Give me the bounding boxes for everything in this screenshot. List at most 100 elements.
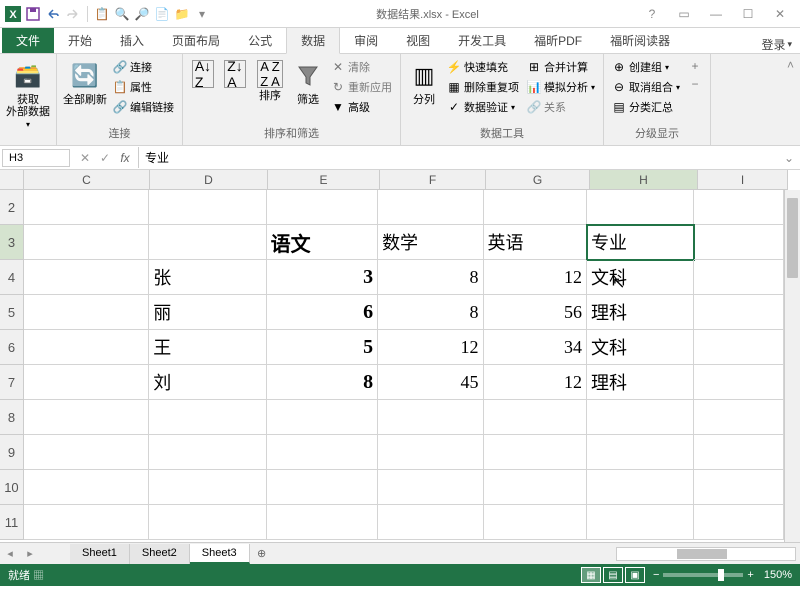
cell-I2[interactable]	[694, 190, 784, 225]
help-icon[interactable]: ?	[640, 7, 664, 21]
qat-dropdown-icon[interactable]: ▾	[193, 5, 211, 23]
cell-I6[interactable]	[694, 330, 784, 365]
tab-file[interactable]: 文件	[2, 28, 54, 53]
cell-G7[interactable]: 12	[484, 365, 587, 400]
cell-D9[interactable]	[149, 435, 266, 470]
cell-C5[interactable]	[24, 295, 149, 330]
page-break-view-button[interactable]: ▣	[625, 567, 645, 583]
advanced-filter-button[interactable]: ▼高级	[329, 98, 394, 116]
cell-E6[interactable]: 5	[267, 330, 378, 365]
cell-G4[interactable]: 12	[484, 260, 587, 295]
cell-D10[interactable]	[149, 470, 266, 505]
subtotal-button[interactable]: ▤分类汇总	[610, 98, 682, 116]
expand-formula-icon[interactable]: ⌄	[778, 151, 800, 165]
tab-nav-next-icon[interactable]: ▸	[20, 547, 40, 560]
cell-D2[interactable]	[149, 190, 266, 225]
cell-D6[interactable]: 王	[149, 330, 266, 365]
cell-H8[interactable]	[587, 400, 694, 435]
name-box[interactable]: H3	[2, 149, 70, 167]
remove-duplicates-button[interactable]: ▦删除重复项	[445, 78, 521, 96]
sort-desc-button[interactable]: Z↓A	[221, 58, 249, 88]
cell-E9[interactable]	[267, 435, 378, 470]
ungroup-button[interactable]: ⊖取消组合▾	[610, 78, 682, 96]
refresh-all-button[interactable]: 🔄 全部刷新	[63, 58, 107, 106]
cell-I8[interactable]	[694, 400, 784, 435]
cell-H7[interactable]: 理科	[587, 365, 694, 400]
cell-F2[interactable]	[378, 190, 483, 225]
zoom-in-button[interactable]: +	[747, 569, 753, 581]
cell-D5[interactable]: 丽	[149, 295, 266, 330]
cell-G2[interactable]	[484, 190, 587, 225]
minimize-icon[interactable]: —	[704, 7, 728, 21]
cell-H5[interactable]: 理科	[587, 295, 694, 330]
cell-D8[interactable]	[149, 400, 266, 435]
cell-C10[interactable]	[24, 470, 149, 505]
cell-C4[interactable]	[24, 260, 149, 295]
hide-detail-button[interactable]: −	[686, 76, 704, 92]
login-link[interactable]: 登录▾	[761, 36, 800, 53]
cell-G10[interactable]	[484, 470, 587, 505]
tab-review[interactable]: 审阅	[340, 28, 392, 53]
show-detail-button[interactable]: +	[686, 58, 704, 74]
cell-I11[interactable]	[694, 505, 784, 540]
cell-G9[interactable]	[484, 435, 587, 470]
row-header-4[interactable]: 4	[0, 260, 24, 295]
row-header-10[interactable]: 10	[0, 470, 24, 505]
column-header-I[interactable]: I	[698, 170, 788, 190]
cell-E7[interactable]: 8	[267, 365, 378, 400]
sheet-tab-sheet1[interactable]: Sheet1	[70, 544, 130, 564]
sort-asc-button[interactable]: A↓Z	[189, 58, 217, 88]
cell-F9[interactable]	[378, 435, 483, 470]
tab-page-layout[interactable]: 页面布局	[158, 28, 234, 53]
row-header-11[interactable]: 11	[0, 505, 24, 540]
cell-H4[interactable]: 文科	[587, 260, 694, 295]
cell-F11[interactable]	[378, 505, 483, 540]
column-header-C[interactable]: C	[24, 170, 150, 190]
tab-foxit-pdf[interactable]: 福昕PDF	[520, 28, 596, 53]
cell-C2[interactable]	[24, 190, 149, 225]
horizontal-scrollbar[interactable]	[616, 547, 796, 561]
consolidate-button[interactable]: ⊞合并计算	[525, 58, 597, 76]
new-sheet-button[interactable]: ⊕	[250, 547, 274, 560]
cell-H9[interactable]	[587, 435, 694, 470]
cell-C11[interactable]	[24, 505, 149, 540]
cell-F5[interactable]: 8	[378, 295, 483, 330]
tab-nav-prev-icon[interactable]: ◂	[0, 547, 20, 560]
zoom-slider[interactable]	[663, 573, 743, 577]
sheet-tab-sheet2[interactable]: Sheet2	[130, 544, 190, 564]
qat-icon-1[interactable]: 📋	[93, 5, 111, 23]
scroll-thumb[interactable]	[787, 198, 798, 278]
row-header-7[interactable]: 7	[0, 365, 24, 400]
cancel-formula-icon[interactable]: ✕	[76, 151, 94, 165]
cell-E5[interactable]: 6	[267, 295, 378, 330]
cell-F7[interactable]: 45	[378, 365, 483, 400]
cell-F8[interactable]	[378, 400, 483, 435]
cell-G11[interactable]	[484, 505, 587, 540]
row-header-2[interactable]: 2	[0, 190, 24, 225]
get-external-data-button[interactable]: 🗃️ 获取外部数据▾	[6, 58, 50, 130]
row-header-3[interactable]: 3	[0, 225, 24, 260]
row-header-8[interactable]: 8	[0, 400, 24, 435]
maximize-icon[interactable]: ☐	[736, 7, 760, 21]
fx-icon[interactable]: fx	[116, 151, 134, 165]
qat-icon-3[interactable]: 🔎	[133, 5, 151, 23]
zoom-level[interactable]: 150%	[764, 569, 792, 581]
column-header-H[interactable]: H	[590, 170, 698, 190]
cell-C8[interactable]	[24, 400, 149, 435]
row-header-9[interactable]: 9	[0, 435, 24, 470]
cell-E8[interactable]	[267, 400, 378, 435]
qat-icon-5[interactable]: 📁	[173, 5, 191, 23]
tab-developer[interactable]: 开发工具	[444, 28, 520, 53]
cell-D11[interactable]	[149, 505, 266, 540]
cell-H2[interactable]	[587, 190, 694, 225]
enter-formula-icon[interactable]: ✓	[96, 151, 114, 165]
cell-F4[interactable]: 8	[378, 260, 483, 295]
select-all-corner[interactable]	[0, 170, 24, 190]
tab-view[interactable]: 视图	[392, 28, 444, 53]
cell-C3[interactable]	[24, 225, 149, 260]
cell-I9[interactable]	[694, 435, 784, 470]
cell-E10[interactable]	[267, 470, 378, 505]
cell-H11[interactable]	[587, 505, 694, 540]
row-header-6[interactable]: 6	[0, 330, 24, 365]
cell-H3[interactable]: 专业	[587, 225, 694, 260]
